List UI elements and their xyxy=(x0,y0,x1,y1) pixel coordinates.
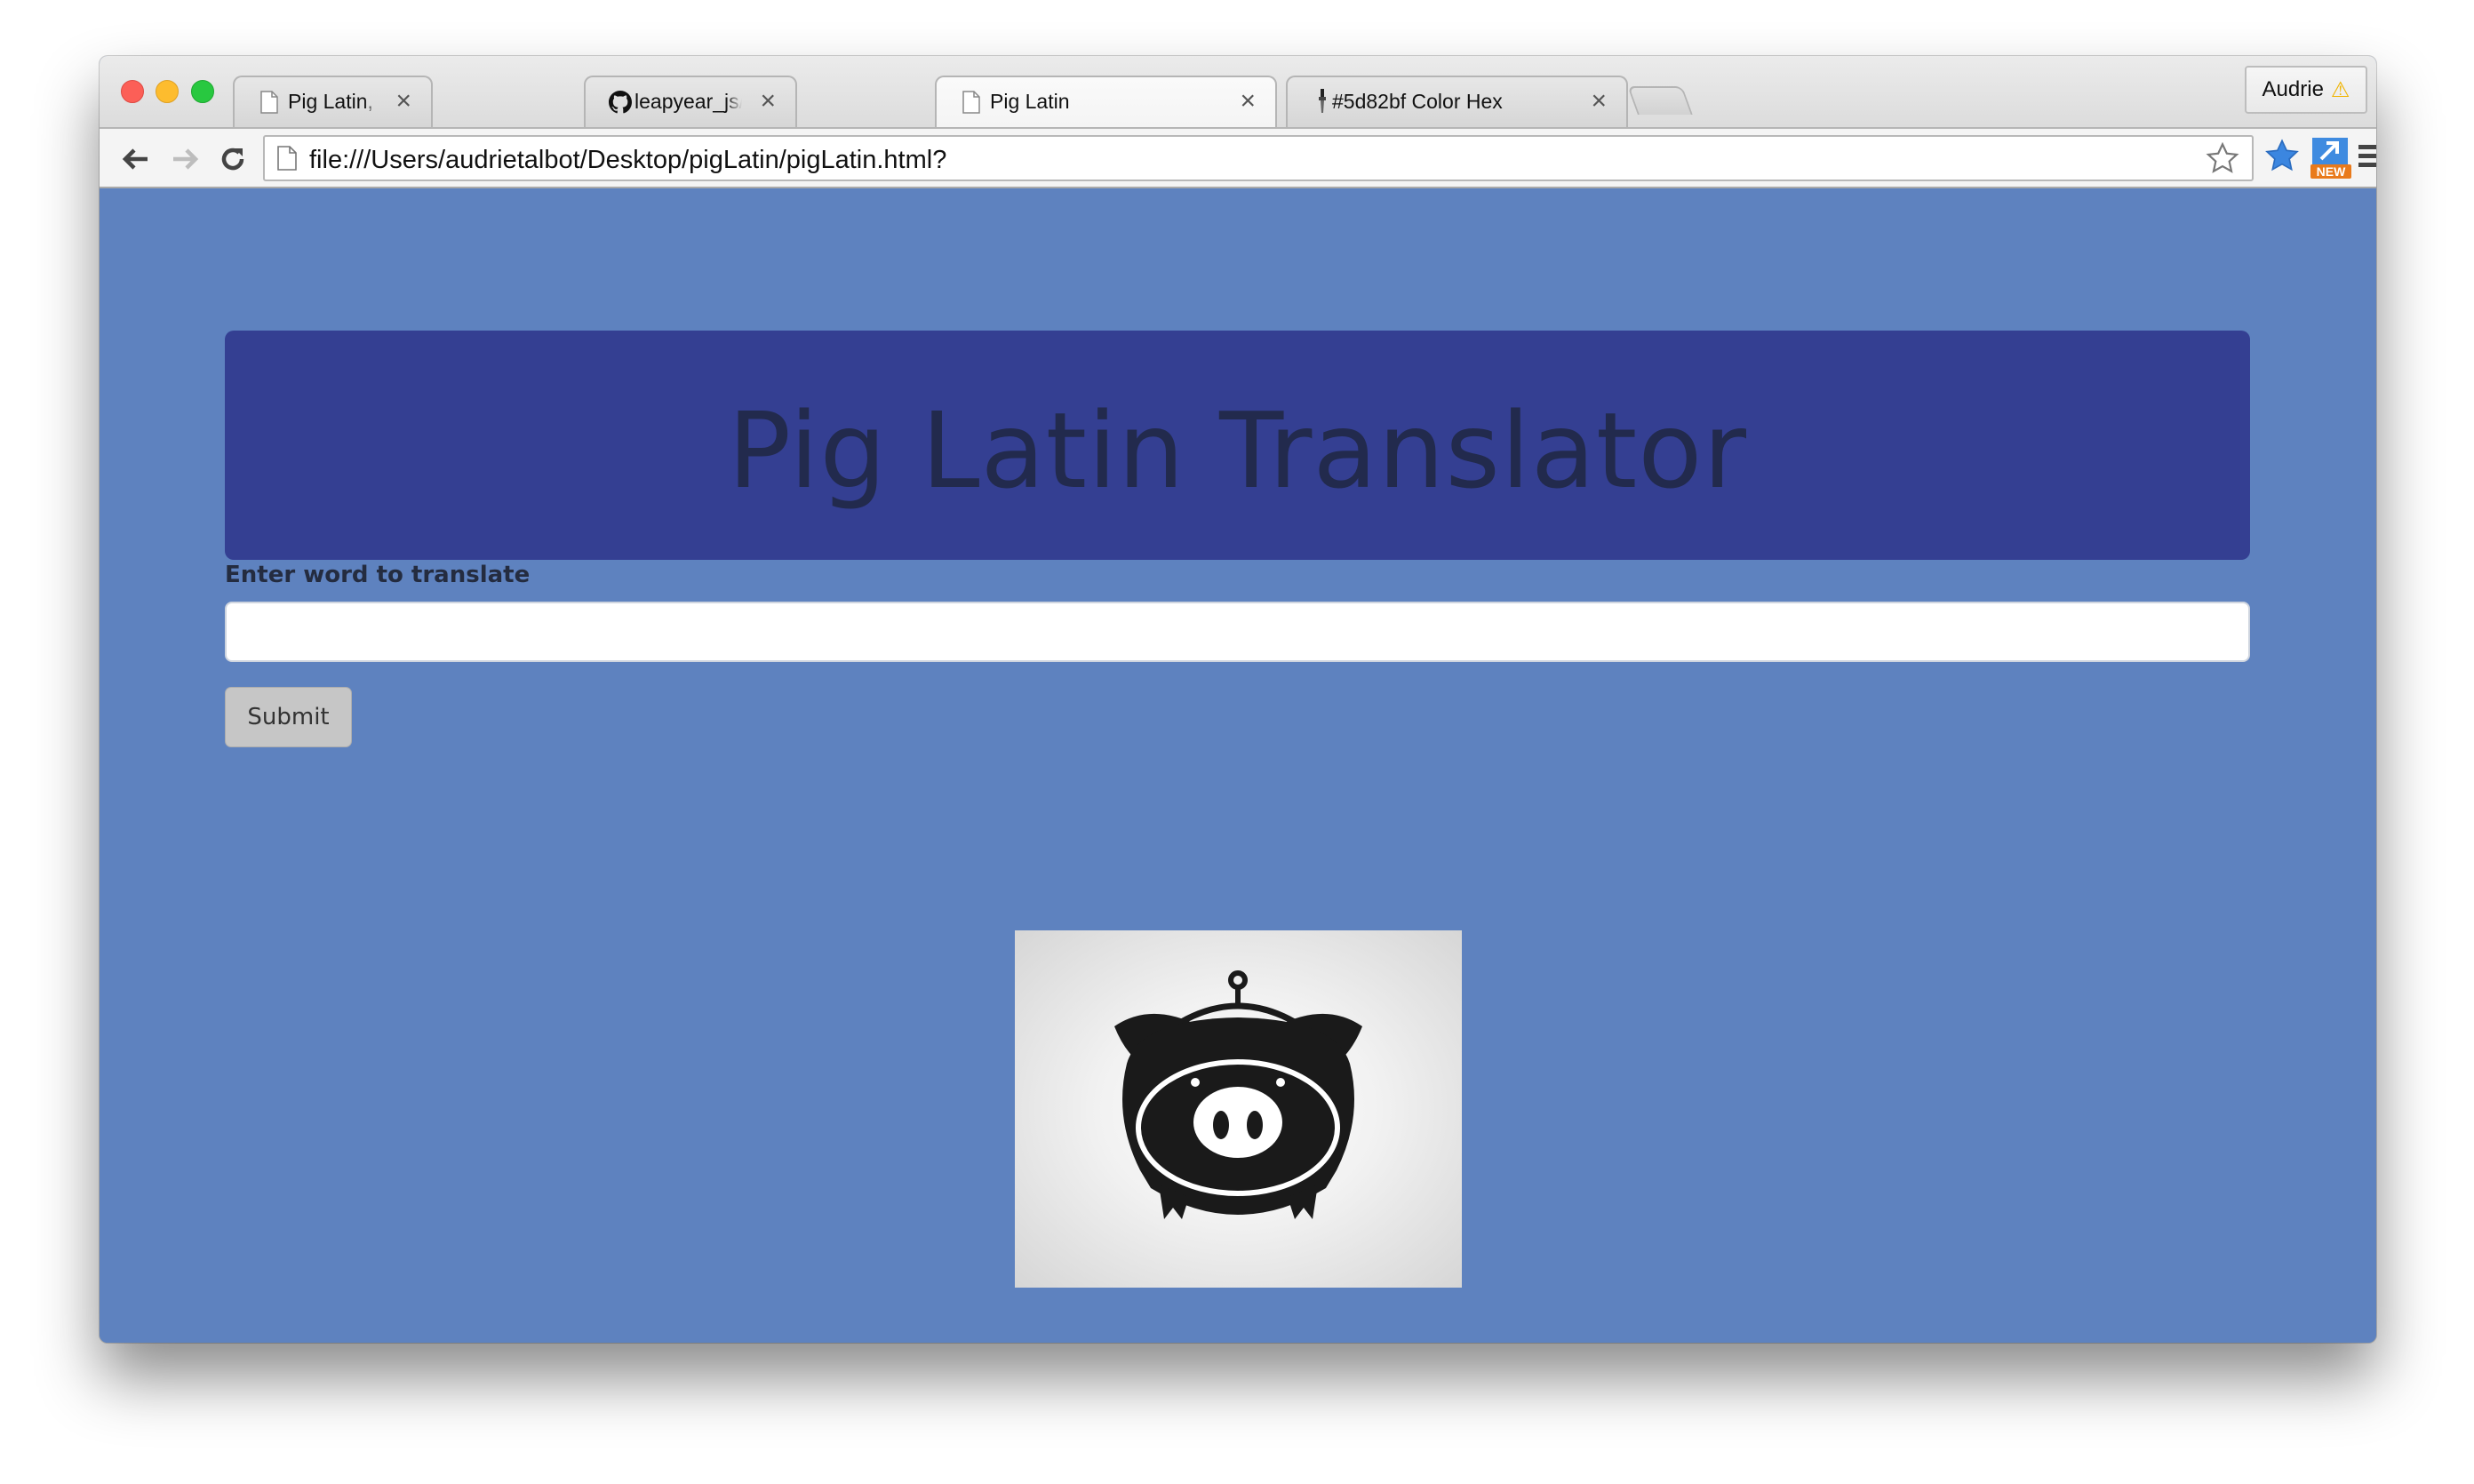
tab-close-icon[interactable]: × xyxy=(1240,84,1256,118)
tab-title: Pig Latin, Palindromes, Pri xyxy=(288,90,378,113)
forward-button[interactable] xyxy=(168,141,204,177)
url-text[interactable]: file:///Users/audrietalbot/Desktop/pigLa… xyxy=(309,146,946,175)
address-bar[interactable]: file:///Users/audrietalbot/Desktop/pigLa… xyxy=(263,135,2254,181)
page-title: Pig Latin Translator xyxy=(727,389,1748,512)
bookmarks-star-extension-icon[interactable] xyxy=(2264,138,2300,178)
warning-icon: ⚠ xyxy=(2330,77,2350,102)
submit-button[interactable]: Submit xyxy=(225,687,352,747)
github-icon xyxy=(609,89,632,116)
new-tab-button[interactable] xyxy=(1627,86,1693,115)
tab-pig-latin[interactable]: Pig Latin × xyxy=(935,76,1277,127)
forward-arrow-icon xyxy=(173,148,199,170)
profile-name: Audrie xyxy=(2262,77,2324,101)
page-content: Pig Latin Translator Enter word to trans… xyxy=(100,188,2376,1343)
window-minimize-button[interactable] xyxy=(156,80,179,103)
reload-icon xyxy=(221,148,244,171)
back-arrow-icon xyxy=(122,148,148,170)
profile-button[interactable]: Audrie ⚠ xyxy=(2245,66,2367,114)
browser-window: Pig Latin, Palindromes, Pri × leapyear_j… xyxy=(100,56,2376,1343)
page-icon xyxy=(258,89,281,116)
jumbotron-header: Pig Latin Translator xyxy=(225,331,2250,560)
tab-close-icon[interactable]: × xyxy=(1591,84,1607,118)
extension-badge: NEW xyxy=(2317,164,2346,179)
pig-icon xyxy=(1114,970,1362,1219)
tab-title: Pig Latin xyxy=(990,90,1070,113)
tab-pig-latin-palindromes[interactable]: Pig Latin, Palindromes, Pri × xyxy=(233,76,433,127)
word-input-label: Enter word to translate xyxy=(225,562,531,588)
menu-icon[interactable] xyxy=(2358,143,2376,174)
tab-strip: Pig Latin, Palindromes, Pri × leapyear_j… xyxy=(100,56,2376,127)
window-maximize-button[interactable] xyxy=(191,80,214,103)
reload-button[interactable] xyxy=(215,141,251,177)
color-dropper-icon xyxy=(1311,89,1334,116)
tab-title: #5d82bf Color Hex xyxy=(1332,90,1503,113)
new-extension-icon[interactable]: NEW xyxy=(2309,136,2353,185)
pig-image xyxy=(1015,930,1462,1288)
window-close-button[interactable] xyxy=(121,80,144,103)
tab-title: leapyear_js/styles.css at m xyxy=(634,90,742,113)
page-icon xyxy=(960,89,983,116)
tab-leapyear-styles[interactable]: leapyear_js/styles.css at m × xyxy=(584,76,797,127)
tab-close-icon[interactable]: × xyxy=(395,84,411,118)
bookmark-star-icon[interactable] xyxy=(2206,141,2239,179)
back-button[interactable] xyxy=(117,141,153,177)
tab-color-hex[interactable]: #5d82bf Color Hex × xyxy=(1286,76,1628,127)
browser-toolbar: file:///Users/audrietalbot/Desktop/pigLa… xyxy=(100,127,2376,188)
page-icon xyxy=(277,146,297,175)
word-input[interactable] xyxy=(225,602,2250,662)
tab-close-icon[interactable]: × xyxy=(760,84,776,118)
